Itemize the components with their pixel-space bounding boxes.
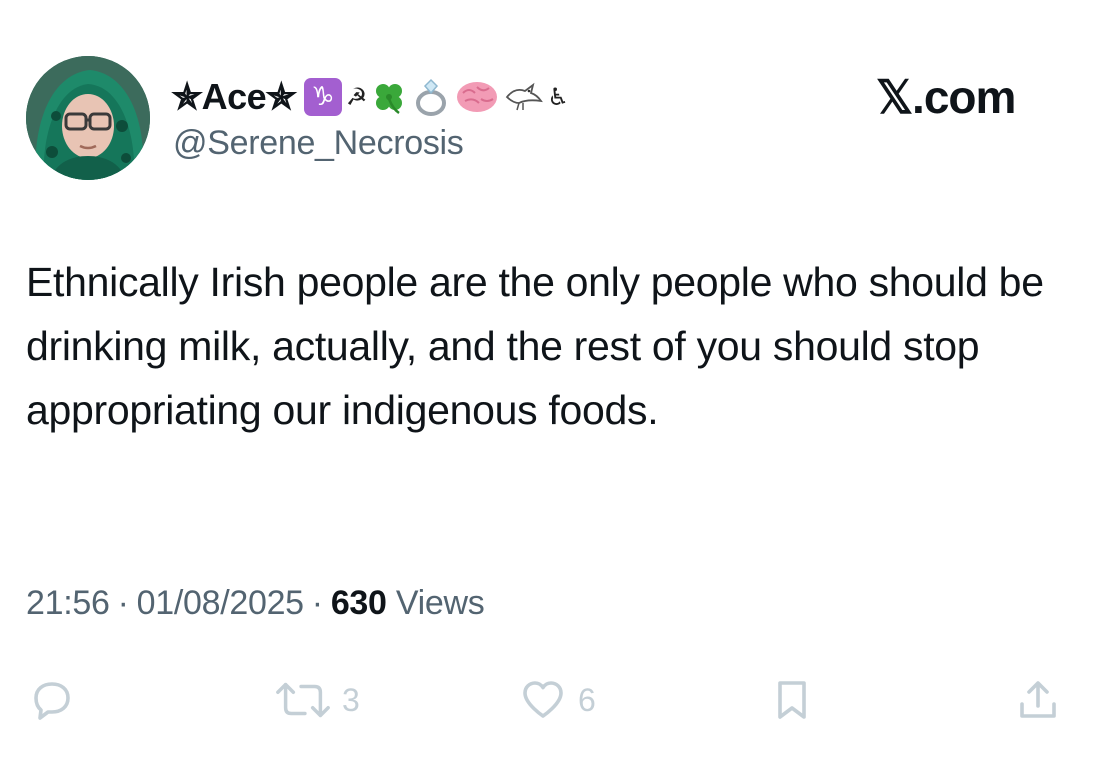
retweet-icon [276,682,330,718]
four-leaf-clover-icon [371,79,407,115]
share-button[interactable] [1014,670,1062,730]
meta-separator: · [117,584,129,622]
tweet-text: Ethnically Irish people are the only peo… [26,259,1044,433]
hammer-sickle-icon: ☭ [345,83,368,111]
like-count: 6 [578,681,596,718]
action-bar: 3 6 [0,670,1100,730]
views-label: Views [395,584,485,622]
reply-icon [34,682,70,720]
share-icon [1020,681,1056,718]
author-display-name[interactable]: ✯Ace✯ ♑ ☭ ♿ [172,72,569,122]
bird-icon [503,81,544,113]
ring-icon [411,77,451,117]
reply-button[interactable] [28,670,86,730]
tweet-meta: 21:56 · 01/08/2025 · 630 Views [26,584,485,623]
heart-icon [523,681,563,718]
author-handle[interactable]: @Serene_Necrosis [173,124,464,163]
capricorn-icon: ♑ [303,78,342,116]
retweet-button[interactable]: 3 [274,670,360,730]
display-name-text: ✯Ace✯ [172,76,296,117]
avatar-image [26,56,150,180]
bookmark-icon [778,681,806,719]
wheelchair-icon: ♿ [547,83,569,111]
tweet-date: 01/08/2025 [136,584,304,622]
brand-logo: 𝕏.com [876,71,1016,123]
brain-icon [455,79,499,115]
avatar[interactable] [26,56,150,180]
retweet-count: 3 [342,681,360,718]
tweet-time: 21:56 [26,584,110,622]
like-button[interactable]: 6 [518,670,596,730]
bookmark-button[interactable] [768,670,816,730]
meta-separator: · [311,584,323,622]
views-count: 630 [330,584,387,622]
